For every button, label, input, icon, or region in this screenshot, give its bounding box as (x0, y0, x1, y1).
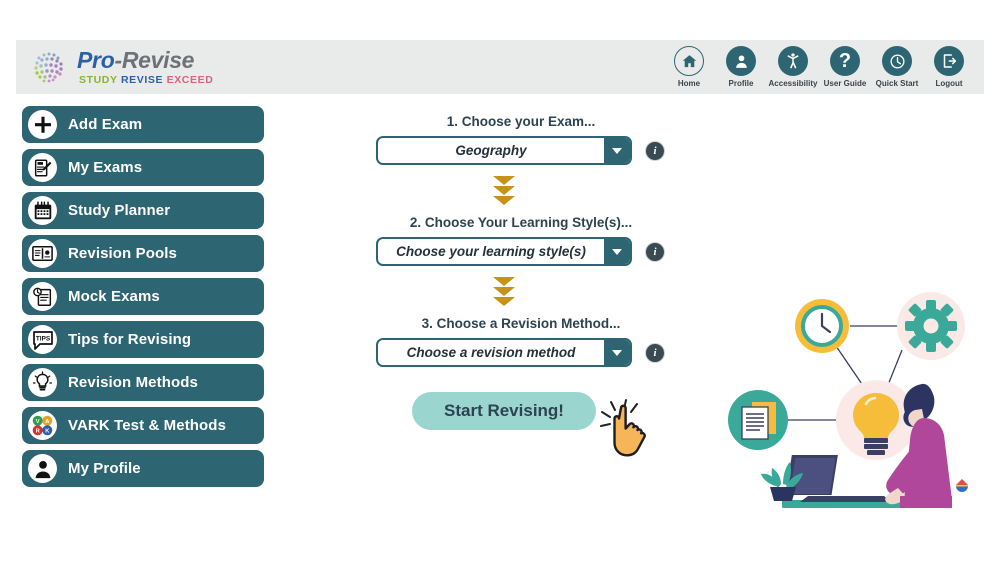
step-3-title: 3. Choose a Revision Method... (421, 316, 621, 331)
logo-tag-study: STUDY (79, 73, 118, 86)
sidebar-item-revision-pools[interactable]: Revision Pools (22, 235, 264, 272)
svg-text:V: V (36, 419, 40, 425)
form-step-2: 2. Choose Your Learning Style(s)... Choo… (376, 215, 666, 266)
step-2-title: 2. Choose Your Learning Style(s)... (409, 215, 633, 230)
sidebar-item-revision-methods[interactable]: Revision Methods (22, 364, 264, 401)
documents-icon (728, 390, 788, 450)
study-workflow-illustration (728, 292, 973, 508)
nav-label-accessibility: Accessibility (768, 79, 818, 88)
logo-tag-exceed: EXCEED (166, 73, 214, 86)
logout-arrow-icon (934, 46, 964, 76)
calendar-icon (28, 196, 57, 225)
sidebar-label: Revision Pools (68, 245, 177, 262)
sidebar-item-tips-for-revising[interactable]: TIPS Tips for Revising (22, 321, 264, 358)
chevron-down-icon[interactable] (604, 239, 630, 264)
nav-item-profile[interactable]: Profile (716, 46, 766, 88)
app-header: Pro-Revise STUDY REVISE EXCEED Home Prof… (16, 40, 984, 94)
nav-item-logout[interactable]: Logout (924, 46, 974, 88)
logo-pro: Pro (77, 46, 115, 73)
nav-label-user-guide: User Guide (823, 79, 867, 88)
start-revising-button[interactable]: Start Revising! (412, 392, 596, 430)
info-icon[interactable]: i (646, 141, 664, 160)
sidebar-label: Mock Exams (68, 288, 160, 305)
home-icon (674, 46, 704, 76)
open-book-icon (28, 239, 57, 268)
pointing-hand-cursor-icon (600, 399, 646, 457)
sidebar-item-vark-test[interactable]: V A R K VARK Test & Methods (22, 407, 264, 444)
revision-method-select-value: Choose a revision method (406, 345, 576, 360)
revision-method-select[interactable]: Choose a revision method (376, 338, 632, 367)
nav-label-logout: Logout (935, 79, 963, 88)
sidebar-item-study-planner[interactable]: Study Planner (22, 192, 264, 229)
svg-text:A: A (45, 419, 49, 425)
nav-item-accessibility[interactable]: Accessibility (768, 46, 818, 88)
step-2-row: Choose your learning style(s) i (376, 237, 666, 266)
sidebar-label: Study Planner (68, 202, 171, 219)
nav-label-quick-start: Quick Start (875, 79, 919, 88)
logo-tagline: STUDY REVISE EXCEED (79, 75, 213, 86)
globe-dots-icon (30, 47, 70, 87)
sidebar-item-my-profile[interactable]: My Profile (22, 450, 264, 487)
exam-select-value: Geography (455, 143, 527, 158)
info-icon[interactable]: i (646, 343, 664, 362)
revision-setup-form: 1. Choose your Exam... Geography i 2. Ch… (376, 114, 666, 457)
learning-style-select-value: Choose your learning style(s) (396, 244, 586, 259)
app-root: Pro-Revise STUDY REVISE EXCEED Home Prof… (0, 0, 1000, 562)
nav-item-home[interactable]: Home (664, 46, 714, 88)
info-icon[interactable]: i (646, 242, 664, 261)
nav-label-home: Home (677, 79, 701, 88)
accessibility-person-icon (778, 46, 808, 76)
triple-chevron-down-icon (376, 277, 632, 306)
chevron-down-icon[interactable] (604, 138, 630, 163)
question-mark-icon: ? (830, 46, 860, 76)
sidebar-label: VARK Test & Methods (68, 417, 227, 434)
person-silhouette-icon (28, 454, 57, 483)
plus-circle-icon (28, 110, 57, 139)
clock-icon (882, 46, 912, 76)
sidebar-item-add-exam[interactable]: Add Exam (22, 106, 264, 143)
nav-item-quick-start[interactable]: Quick Start (872, 46, 922, 88)
logo-revise: Revise (121, 46, 195, 73)
step-1-title: 1. Choose your Exam... (446, 114, 596, 129)
logo-dash: - (114, 46, 122, 73)
svg-text:TIPS: TIPS (35, 335, 50, 342)
sidebar-item-my-exams[interactable]: My Exams (22, 149, 264, 186)
tips-speech-bubble-icon: TIPS (28, 325, 57, 354)
brand-logo[interactable]: Pro-Revise STUDY REVISE EXCEED (16, 47, 213, 87)
sidebar-label: Revision Methods (68, 374, 198, 391)
sidebar-nav: Add Exam My Exams Study Planner Revision… (22, 106, 264, 487)
learning-style-select[interactable]: Choose your learning style(s) (376, 237, 632, 266)
form-step-1: 1. Choose your Exam... Geography i (376, 114, 666, 165)
step-1-row: Geography i (376, 136, 666, 165)
document-clock-icon (28, 282, 57, 311)
clock-icon (795, 299, 849, 353)
chevron-down-icon[interactable] (604, 340, 630, 365)
sidebar-label: Add Exam (68, 116, 143, 133)
form-step-3: 3. Choose a Revision Method... Choose a … (376, 316, 666, 367)
badge-logo (951, 474, 973, 496)
top-nav: Home Profile Accessibility ? User Guide … (664, 46, 984, 88)
nav-label-profile: Profile (728, 79, 754, 88)
exam-select[interactable]: Geography (376, 136, 632, 165)
logo-tag-revise: REVISE (120, 73, 164, 86)
gear-icon (897, 292, 965, 360)
sidebar-label: Tips for Revising (68, 331, 192, 348)
logo-wordmark: Pro-Revise (77, 46, 213, 73)
nav-item-user-guide[interactable]: ? User Guide (820, 46, 870, 88)
sidebar-label: My Profile (68, 460, 141, 477)
start-button-wrap: Start Revising! (376, 392, 646, 457)
person-icon (726, 46, 756, 76)
vark-four-circles-icon: V A R K (28, 411, 57, 440)
sidebar-item-mock-exams[interactable]: Mock Exams (22, 278, 264, 315)
sidebar-label: My Exams (68, 159, 143, 176)
triple-chevron-down-icon (376, 176, 632, 205)
step-3-row: Choose a revision method i (376, 338, 666, 367)
logo-text: Pro-Revise STUDY REVISE EXCEED (77, 46, 213, 86)
lightbulb-icon (28, 368, 57, 397)
exam-paper-pencil-icon (28, 153, 57, 182)
